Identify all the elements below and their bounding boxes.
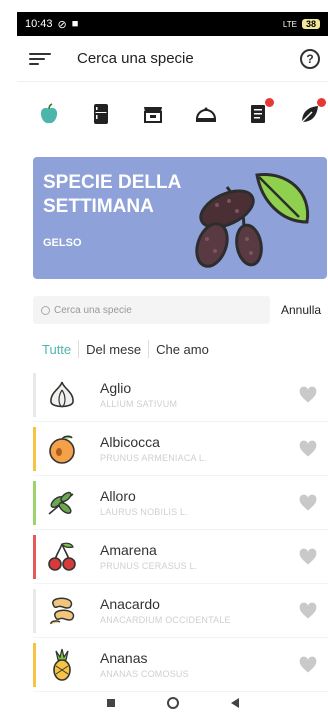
notification-badge: [264, 98, 274, 107]
tab-loved[interactable]: Che amo: [156, 342, 209, 357]
dnd-icon: ⊘: [57, 18, 67, 31]
banner-species-name: GELSO: [43, 237, 82, 249]
tab-all[interactable]: Tutte: [42, 342, 71, 357]
divider: [148, 340, 150, 358]
battery-icon: 38: [301, 19, 320, 29]
signal-icon: LTE: [282, 19, 297, 29]
species-name: Aglio: [100, 380, 132, 396]
laurel-icon: [42, 483, 82, 523]
cherry-icon: [42, 537, 82, 577]
species-latin-name: LAURUS NOBILIS L.: [100, 507, 188, 517]
search-icon: [41, 305, 50, 315]
fridge-icon[interactable]: [89, 102, 113, 126]
pineapple-icon: [42, 645, 82, 685]
color-bar: [33, 480, 36, 525]
species-latin-name: ANACARDIUM OCCIDENTALE: [100, 615, 231, 625]
species-name: Alloro: [100, 488, 136, 504]
search-placeholder: Cerca una specie: [54, 304, 132, 316]
garlic-icon: [42, 375, 82, 415]
page-title: Cerca una specie: [77, 50, 194, 67]
cashew-icon: [42, 591, 82, 631]
list-icon[interactable]: [246, 98, 274, 126]
species-latin-name: ALLIUM SATIVUM: [100, 399, 178, 409]
heart-icon[interactable]: [298, 655, 318, 675]
color-bar: [33, 588, 36, 633]
back-button[interactable]: [230, 697, 239, 708]
species-latin-name: PRUNUS ARMENIACA L.: [100, 453, 207, 463]
video-icon: ■: [71, 18, 79, 30]
species-latin-name: PRUNUS CERASUS L.: [100, 561, 198, 571]
heart-icon[interactable]: [298, 385, 318, 405]
cloche-icon[interactable]: [194, 102, 218, 126]
list-item[interactable]: Albicocca PRUNUS ARMENIACA L.: [33, 422, 328, 476]
filter-tabs: Tutte Del mese Che amo: [42, 340, 209, 358]
tab-month[interactable]: Del mese: [86, 342, 141, 357]
heart-icon[interactable]: [298, 493, 318, 513]
notification-badge: [316, 98, 326, 107]
apricot-icon: [42, 429, 82, 469]
species-name: Albicocca: [100, 434, 160, 450]
list-item[interactable]: Ananas ANANAS COMOSUS: [33, 638, 328, 692]
help-icon[interactable]: ?: [300, 48, 320, 69]
heart-icon[interactable]: [298, 439, 318, 459]
list-item[interactable]: Anacardo ANACARDIUM OCCIDENTALE: [33, 584, 328, 638]
leaf-icon[interactable]: [298, 98, 326, 126]
species-list: Aglio ALLIUM SATIVUM Albicocca PRUNUS AR…: [33, 368, 328, 692]
shop-icon[interactable]: [141, 102, 165, 126]
mulberry-icon: [187, 167, 317, 277]
heart-icon[interactable]: [298, 601, 318, 621]
color-bar: [33, 372, 36, 417]
menu-icon[interactable]: [29, 51, 51, 67]
list-item[interactable]: Aglio ALLIUM SATIVUM: [33, 368, 328, 422]
color-bar: [33, 642, 36, 687]
app-bar: Cerca una specie ?: [17, 36, 328, 82]
species-latin-name: ANANAS COMOSUS: [100, 669, 189, 679]
category-bar: [17, 92, 328, 136]
search-input[interactable]: Cerca una specie: [33, 296, 270, 324]
clock: 10:43: [25, 18, 53, 30]
home-button[interactable]: [166, 696, 179, 709]
species-name: Anacardo: [100, 596, 160, 612]
heart-icon[interactable]: [298, 547, 318, 567]
color-bar: [33, 426, 36, 471]
cancel-button[interactable]: Annulla: [281, 303, 321, 317]
list-item[interactable]: Alloro LAURUS NOBILIS L.: [33, 476, 328, 530]
divider: [78, 340, 80, 358]
species-of-week-banner[interactable]: SPECIE DELLA SETTIMANA GELSO: [33, 157, 327, 279]
status-bar: 10:43 ⊘ ■ LTE 38: [17, 12, 328, 36]
species-name: Ananas: [100, 650, 148, 666]
apple-icon[interactable]: [37, 102, 61, 126]
color-bar: [33, 534, 36, 579]
system-nav-bar: [17, 690, 328, 715]
recents-button[interactable]: [106, 698, 115, 707]
species-name: Amarena: [100, 542, 157, 558]
list-item[interactable]: Amarena PRUNUS CERASUS L.: [33, 530, 328, 584]
